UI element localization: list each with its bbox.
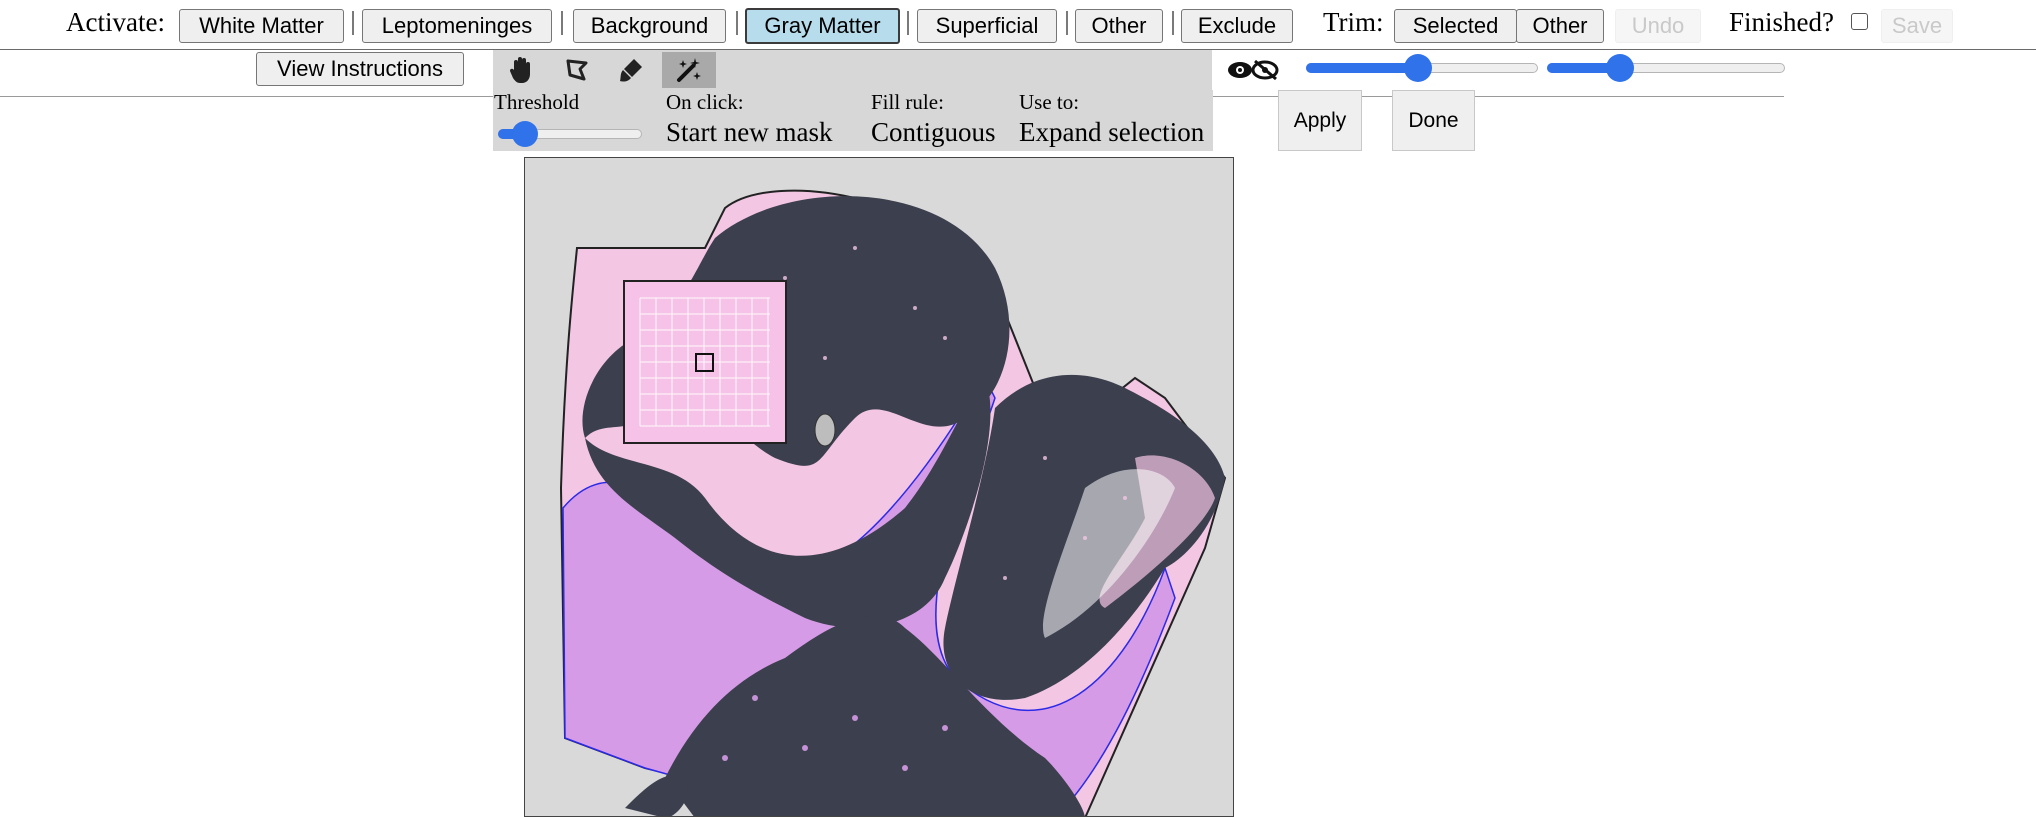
apply-button[interactable]: Apply — [1278, 90, 1362, 151]
save-button[interactable]: Save — [1881, 9, 1953, 43]
on-click-value[interactable]: Start new mask — [666, 117, 832, 148]
opacity-slider-2[interactable] — [1547, 53, 1785, 83]
brush-tool-button[interactable] — [610, 52, 652, 88]
separator — [1172, 11, 1174, 35]
hand-icon — [509, 57, 530, 83]
separator — [352, 11, 354, 35]
activate-gray-matter-button[interactable]: Gray Matter — [745, 8, 900, 44]
tissue-image — [559, 189, 1227, 816]
slider-fill — [1306, 63, 1418, 73]
activate-background-button[interactable]: Background — [573, 9, 726, 43]
magic-wand-tool-button[interactable] — [662, 52, 716, 88]
visibility-toggle[interactable] — [1212, 50, 1293, 90]
trim-selected-button[interactable]: Selected — [1394, 9, 1517, 43]
threshold-label: Threshold — [494, 90, 580, 114]
slider-thumb[interactable] — [1404, 54, 1432, 82]
activate-other-button[interactable]: Other — [1075, 9, 1163, 43]
magic-wand-icon — [677, 58, 701, 82]
view-instructions-button[interactable]: View Instructions — [256, 52, 464, 86]
lasso-tool-button[interactable] — [556, 52, 598, 88]
fill-rule-value[interactable]: Contiguous — [871, 117, 996, 148]
slider-thumb[interactable] — [1606, 54, 1634, 82]
lasso-icon — [566, 59, 588, 81]
activate-white-matter-button[interactable]: White Matter — [179, 9, 344, 43]
threshold-slider[interactable] — [498, 121, 642, 147]
opacity-slider-1[interactable] — [1306, 53, 1538, 83]
on-click-label: On click: — [666, 90, 744, 114]
trim-other-button[interactable]: Other — [1516, 9, 1604, 43]
slider-thumb[interactable] — [512, 121, 538, 147]
trim-label: Trim: — [1323, 7, 1384, 37]
undo-button[interactable]: Undo — [1615, 9, 1701, 43]
separator — [1066, 11, 1068, 35]
magnifier-reticle — [623, 280, 787, 444]
finished-label: Finished? — [1729, 7, 1834, 37]
use-to-value[interactable]: Expand selection — [1019, 117, 1204, 148]
brush-icon — [620, 59, 642, 82]
eye-toggle-icon — [1227, 59, 1278, 81]
separator — [736, 11, 738, 35]
separator — [907, 11, 909, 35]
finished-checkbox[interactable] — [1851, 13, 1868, 30]
activate-label: Activate: — [66, 7, 165, 37]
hand-tool-button[interactable] — [500, 52, 542, 88]
image-canvas[interactable] — [524, 157, 1234, 817]
activate-superficial-button[interactable]: Superficial — [917, 9, 1057, 43]
done-button[interactable]: Done — [1392, 90, 1475, 151]
activate-exclude-button[interactable]: Exclude — [1181, 9, 1293, 43]
separator — [561, 11, 563, 35]
fill-rule-label: Fill rule: — [871, 90, 944, 114]
activate-leptomeninges-button[interactable]: Leptomeninges — [362, 9, 552, 43]
use-to-label: Use to: — [1019, 90, 1080, 114]
